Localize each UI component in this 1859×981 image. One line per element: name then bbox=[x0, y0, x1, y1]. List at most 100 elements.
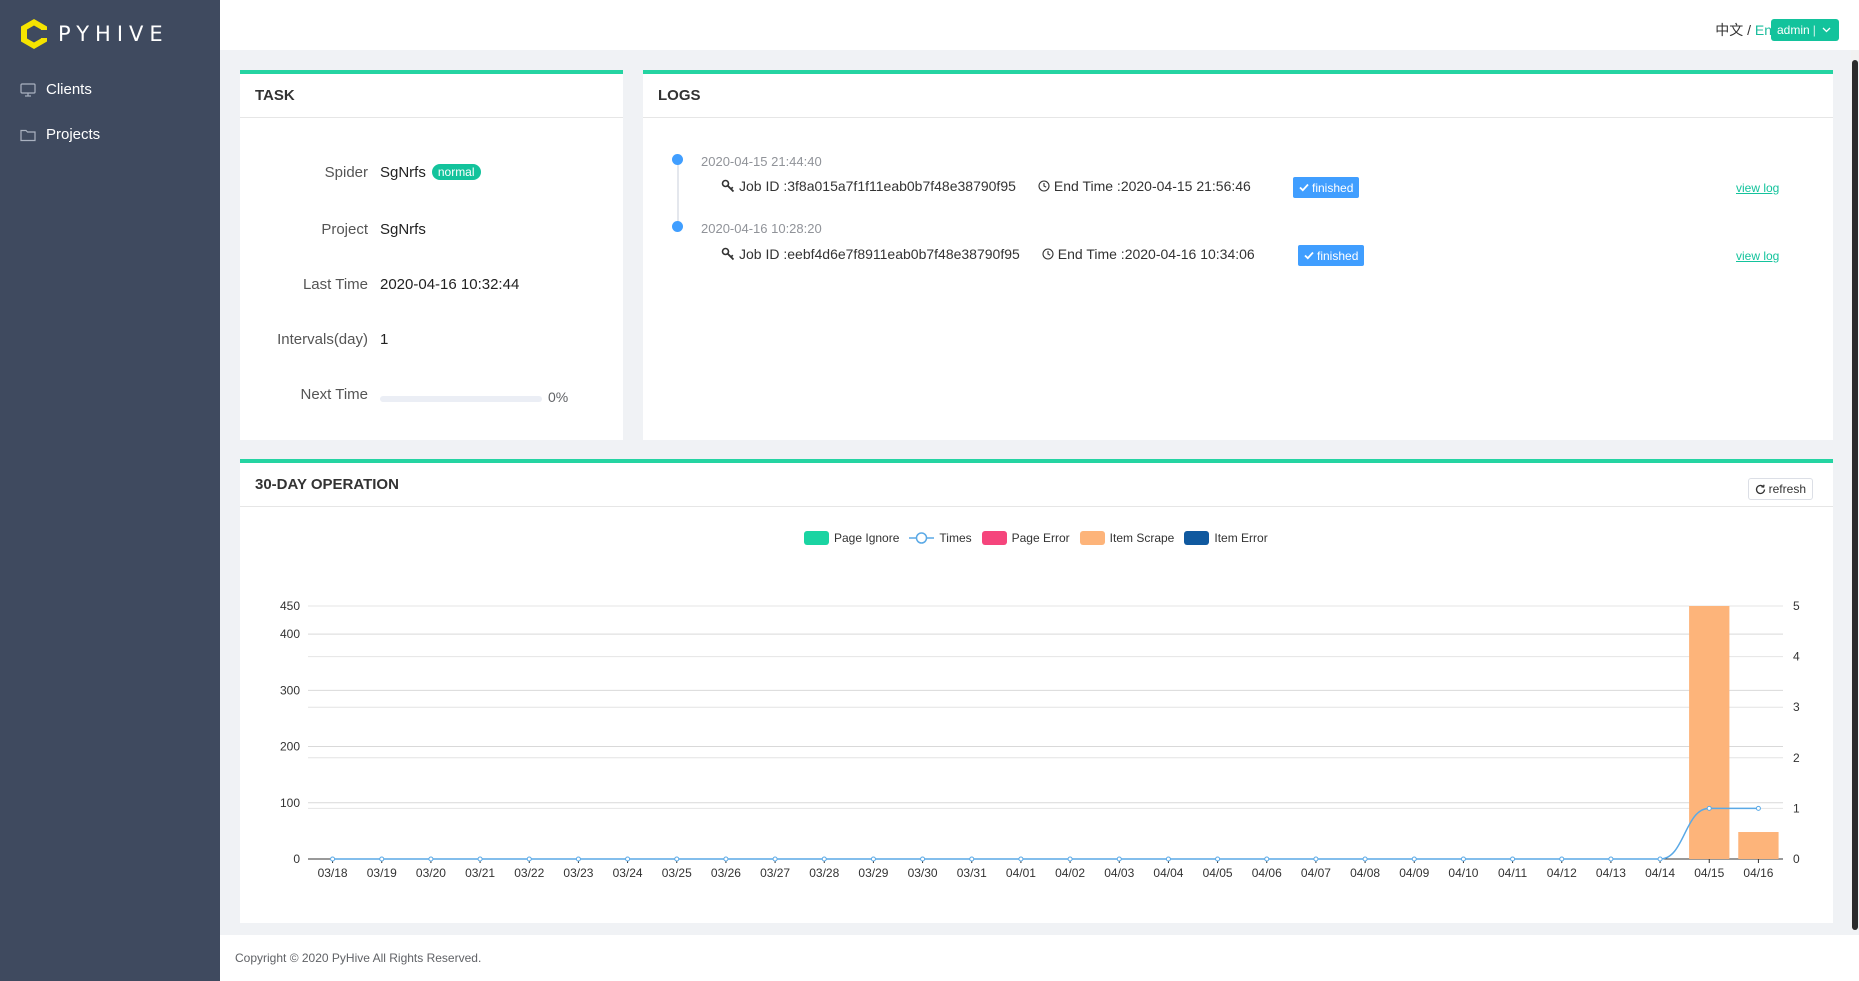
view-log-link[interactable]: view log bbox=[1736, 181, 1779, 195]
line-point bbox=[1411, 856, 1417, 862]
timeline-dot bbox=[672, 221, 683, 232]
logs-card: LOGS 2020-04-15 21:44:40 Job ID : 3f8a01… bbox=[643, 70, 1833, 440]
end-time-label: End Time : bbox=[1057, 246, 1125, 262]
y-right-tick-label: 5 bbox=[1793, 599, 1800, 613]
x-tick-label: 03/28 bbox=[809, 866, 839, 880]
job-id-label: Job ID : bbox=[739, 178, 788, 194]
x-tick-label: 03/26 bbox=[711, 866, 741, 880]
line-point bbox=[526, 856, 532, 862]
status-text: finished bbox=[1317, 248, 1359, 263]
line-point bbox=[1264, 856, 1270, 862]
y-left-tick-label: 200 bbox=[280, 740, 300, 754]
x-tick-label: 04/07 bbox=[1301, 866, 1331, 880]
lang-zh-link[interactable]: 中文 bbox=[1715, 22, 1743, 38]
y-left-tick-label: 450 bbox=[280, 599, 300, 613]
x-tick-label: 03/18 bbox=[318, 866, 348, 880]
line-point bbox=[1165, 856, 1171, 862]
lang-en-link[interactable]: En bbox=[1755, 22, 1772, 38]
x-tick-label: 04/16 bbox=[1743, 866, 1773, 880]
y-right-tick-label: 4 bbox=[1793, 650, 1800, 664]
sidebar-item-label: Clients bbox=[46, 81, 92, 98]
x-tick-label: 03/30 bbox=[908, 866, 938, 880]
line-point bbox=[1116, 856, 1122, 862]
x-tick-label: 04/13 bbox=[1596, 866, 1626, 880]
sidebar: PYHIVE Clients Projects bbox=[0, 0, 220, 981]
line-point bbox=[1313, 856, 1319, 862]
x-tick-label: 03/25 bbox=[662, 866, 692, 880]
line-point bbox=[1608, 856, 1614, 862]
y-right-tick-label: 3 bbox=[1793, 700, 1800, 714]
line-point bbox=[330, 856, 336, 862]
x-tick-label: 04/09 bbox=[1399, 866, 1429, 880]
line-point bbox=[920, 856, 926, 862]
x-tick-label: 04/14 bbox=[1645, 866, 1675, 880]
language-switch: 中文 / En bbox=[1715, 20, 1772, 40]
task-spider-row: Spider SgNrfs normal bbox=[240, 164, 623, 188]
task-intervals-row: Intervals(day) 1 bbox=[240, 331, 623, 355]
user-menu-button[interactable]: admin | bbox=[1771, 19, 1839, 41]
user-name: admin bbox=[1777, 23, 1810, 37]
job-id-label: Job ID : bbox=[739, 246, 788, 262]
scrollbar-thumb[interactable] bbox=[1852, 60, 1858, 930]
x-tick-label: 03/20 bbox=[416, 866, 446, 880]
sidebar-item-projects[interactable]: Projects bbox=[20, 126, 100, 143]
line-point bbox=[821, 856, 827, 862]
folder-icon bbox=[20, 129, 36, 141]
y-right-tick-label: 0 bbox=[1793, 852, 1800, 866]
last-time-label: Last Time bbox=[302, 276, 368, 293]
chevron-down-icon bbox=[1822, 27, 1831, 33]
line-point bbox=[1755, 805, 1761, 811]
bar-item-scrape bbox=[1689, 606, 1730, 859]
x-tick-label: 04/01 bbox=[1006, 866, 1036, 880]
line-point bbox=[674, 856, 680, 862]
app-name: PYHIVE bbox=[58, 22, 169, 46]
task-last-time-row: Last Time 2020-04-16 10:32:44 bbox=[240, 276, 623, 300]
spider-value-wrap: SgNrfs normal bbox=[380, 164, 481, 181]
view-log-link[interactable]: view log bbox=[1736, 249, 1779, 263]
footer: Copyright © 2020 PyHive All Rights Reser… bbox=[220, 935, 1859, 981]
line-point bbox=[1018, 856, 1024, 862]
end-time-label: End Time : bbox=[1053, 178, 1121, 194]
logo[interactable]: PYHIVE bbox=[20, 18, 169, 50]
top-header: 中文 / En admin | bbox=[220, 0, 1859, 50]
line-point bbox=[1362, 856, 1368, 862]
x-tick-label: 04/10 bbox=[1448, 866, 1478, 880]
x-tick-label: 03/19 bbox=[367, 866, 397, 880]
spider-label: Spider bbox=[324, 164, 368, 181]
log-detail: Job ID : 3f8a015a7f1f11eab0b7f48e38790f9… bbox=[721, 178, 1251, 194]
line-point bbox=[575, 856, 581, 862]
check-icon bbox=[1304, 251, 1314, 260]
next-time-label: Next Time bbox=[300, 386, 368, 403]
copyright-text: Copyright © 2020 PyHive All Rights Reser… bbox=[235, 951, 482, 965]
x-tick-label: 03/27 bbox=[760, 866, 790, 880]
line-point bbox=[1657, 856, 1663, 862]
operation-card: 30-DAY OPERATION refresh Page Ignore Time… bbox=[240, 459, 1833, 923]
line-point bbox=[428, 856, 434, 862]
lang-separator: / bbox=[1743, 22, 1755, 38]
sidebar-item-clients[interactable]: Clients bbox=[20, 81, 92, 98]
task-card: TASK Spider SgNrfs normal Project SgNrfs … bbox=[240, 70, 623, 440]
x-tick-label: 04/06 bbox=[1252, 866, 1282, 880]
intervals-label: Intervals(day) bbox=[277, 331, 368, 348]
spider-value: SgNrfs bbox=[380, 164, 426, 181]
x-tick-label: 04/03 bbox=[1104, 866, 1134, 880]
y-right-tick-label: 1 bbox=[1793, 801, 1800, 815]
series-line-times bbox=[332, 807, 1759, 860]
next-time-progress-bar bbox=[380, 396, 542, 402]
log-timestamp: 2020-04-16 10:28:20 bbox=[701, 221, 822, 236]
status-text: finished bbox=[1312, 180, 1354, 195]
line-point bbox=[1215, 856, 1221, 862]
line-point bbox=[625, 856, 631, 862]
y-left-tick-label: 400 bbox=[280, 627, 300, 641]
line-point bbox=[870, 856, 876, 862]
end-time-value: 2020-04-16 10:34:06 bbox=[1124, 246, 1255, 262]
line-point bbox=[1510, 856, 1516, 862]
key-icon bbox=[721, 179, 735, 193]
check-icon bbox=[1299, 183, 1309, 192]
operation-chart: 0 100 200 300 400 450 0 1 2 3 4 5 03/18 03/19 03/20 03/… bbox=[280, 599, 1800, 880]
clock-icon bbox=[1042, 248, 1054, 260]
log-detail: Job ID : eebf4d6e7f8911eab0b7f48e38790f9… bbox=[721, 246, 1255, 262]
end-time-value: 2020-04-15 21:56:46 bbox=[1120, 178, 1251, 194]
line-point bbox=[723, 856, 729, 862]
line-point bbox=[1067, 856, 1073, 862]
